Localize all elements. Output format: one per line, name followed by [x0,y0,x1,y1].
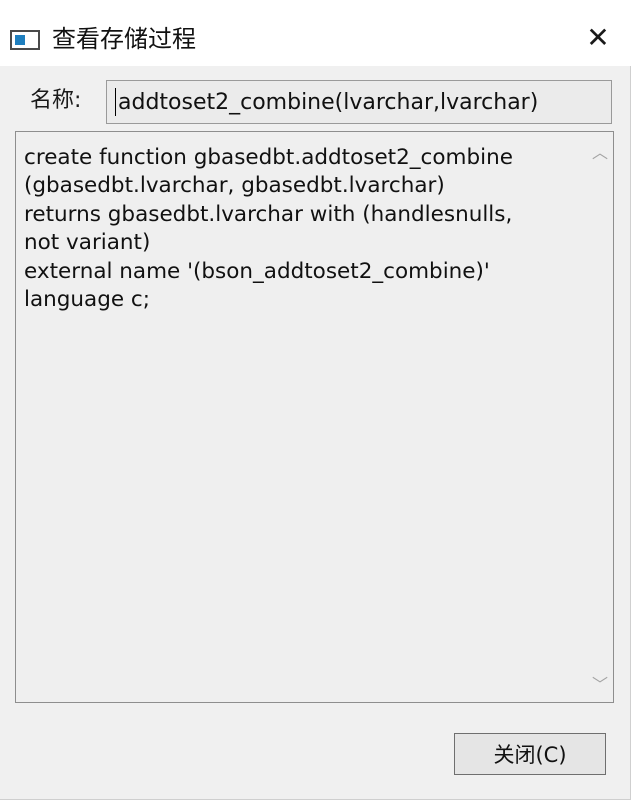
app-icon-accent [15,35,25,45]
name-label: 名称: [30,88,82,113]
chevron-up-icon[interactable]: ︿ [591,142,609,162]
name-field-value: addtoset2_combine(lvarchar,lvarchar) [118,89,539,115]
name-row: 名称: addtoset2_combine(lvarchar,lvarchar) [0,70,631,126]
procedure-text-area[interactable]: create function gbasedbt.addtoset2_combi… [15,131,614,703]
chevron-down-icon[interactable]: ﹀ [591,674,609,694]
title-bar[interactable]: 查看存储过程 ✕ [0,0,631,66]
text-caret [115,88,116,116]
window-app-icon [10,30,40,50]
window-title: 查看存储过程 [52,25,196,53]
procedure-text-content: create function gbasedbt.addtoset2_combi… [24,145,513,313]
close-window-button[interactable]: ✕ [575,18,621,58]
close-button[interactable]: 关闭(C) [454,733,606,775]
dialog-window: 查看存储过程 ✕ 名称: addtoset2_combine(lvarchar,… [0,0,631,800]
close-icon: ✕ [586,21,610,54]
vertical-scrollbar[interactable]: ︿ ﹀ [587,132,613,702]
name-field[interactable]: addtoset2_combine(lvarchar,lvarchar) [106,80,612,124]
